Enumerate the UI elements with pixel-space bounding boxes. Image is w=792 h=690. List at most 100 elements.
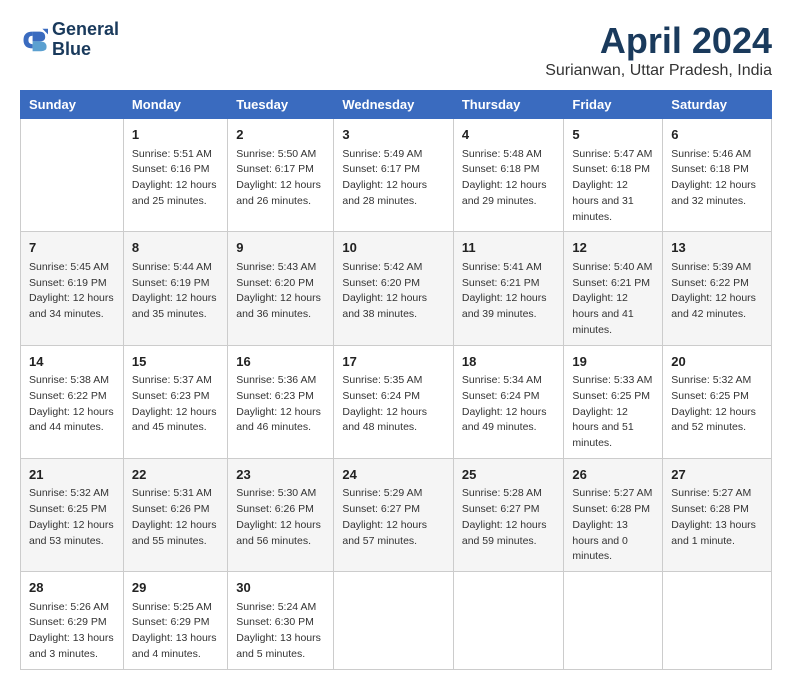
calendar-table: SundayMondayTuesdayWednesdayThursdayFrid… [20,90,772,670]
day-number: 12 [572,238,654,258]
day-number: 22 [132,465,219,485]
day-number: 1 [132,125,219,145]
day-number: 6 [671,125,763,145]
day-info: Sunrise: 5:29 AMSunset: 6:27 PMDaylight:… [342,486,445,549]
day-number: 17 [342,352,445,372]
calendar-cell: 24Sunrise: 5:29 AMSunset: 6:27 PMDayligh… [334,458,454,571]
calendar-cell: 15Sunrise: 5:37 AMSunset: 6:23 PMDayligh… [123,345,227,458]
day-info: Sunrise: 5:49 AMSunset: 6:17 PMDaylight:… [342,147,445,210]
day-info: Sunrise: 5:46 AMSunset: 6:18 PMDaylight:… [671,147,763,210]
header-day-sunday: Sunday [21,91,124,119]
day-info: Sunrise: 5:48 AMSunset: 6:18 PMDaylight:… [462,147,556,210]
day-info: Sunrise: 5:27 AMSunset: 6:28 PMDaylight:… [572,486,654,565]
calendar-cell: 23Sunrise: 5:30 AMSunset: 6:26 PMDayligh… [228,458,334,571]
day-info: Sunrise: 5:39 AMSunset: 6:22 PMDaylight:… [671,260,763,323]
header-day-thursday: Thursday [453,91,564,119]
calendar-cell: 2Sunrise: 5:50 AMSunset: 6:17 PMDaylight… [228,119,334,232]
calendar-cell: 21Sunrise: 5:32 AMSunset: 6:25 PMDayligh… [21,458,124,571]
calendar-cell: 8Sunrise: 5:44 AMSunset: 6:19 PMDaylight… [123,232,227,345]
day-info: Sunrise: 5:36 AMSunset: 6:23 PMDaylight:… [236,373,325,436]
calendar-cell: 13Sunrise: 5:39 AMSunset: 6:22 PMDayligh… [663,232,772,345]
day-info: Sunrise: 5:45 AMSunset: 6:19 PMDaylight:… [29,260,115,323]
calendar-cell: 17Sunrise: 5:35 AMSunset: 6:24 PMDayligh… [334,345,454,458]
calendar-cell: 3Sunrise: 5:49 AMSunset: 6:17 PMDaylight… [334,119,454,232]
calendar-cell [453,572,564,670]
day-number: 24 [342,465,445,485]
day-number: 28 [29,578,115,598]
day-number: 13 [671,238,763,258]
week-row-3: 14Sunrise: 5:38 AMSunset: 6:22 PMDayligh… [21,345,772,458]
day-number: 26 [572,465,654,485]
day-number: 14 [29,352,115,372]
calendar-cell: 6Sunrise: 5:46 AMSunset: 6:18 PMDaylight… [663,119,772,232]
logo-icon [20,26,48,54]
week-row-1: 1Sunrise: 5:51 AMSunset: 6:16 PMDaylight… [21,119,772,232]
calendar-cell: 30Sunrise: 5:24 AMSunset: 6:30 PMDayligh… [228,572,334,670]
calendar-cell: 12Sunrise: 5:40 AMSunset: 6:21 PMDayligh… [564,232,663,345]
header-day-tuesday: Tuesday [228,91,334,119]
day-number: 10 [342,238,445,258]
calendar-cell: 10Sunrise: 5:42 AMSunset: 6:20 PMDayligh… [334,232,454,345]
subtitle: Surianwan, Uttar Pradesh, India [545,62,772,80]
day-number: 20 [671,352,763,372]
day-info: Sunrise: 5:50 AMSunset: 6:17 PMDaylight:… [236,147,325,210]
day-number: 8 [132,238,219,258]
day-info: Sunrise: 5:32 AMSunset: 6:25 PMDaylight:… [29,486,115,549]
day-info: Sunrise: 5:24 AMSunset: 6:30 PMDaylight:… [236,600,325,663]
main-title: April 2024 [545,20,772,62]
day-info: Sunrise: 5:47 AMSunset: 6:18 PMDaylight:… [572,147,654,226]
week-row-2: 7Sunrise: 5:45 AMSunset: 6:19 PMDaylight… [21,232,772,345]
header-row: SundayMondayTuesdayWednesdayThursdayFrid… [21,91,772,119]
day-number: 3 [342,125,445,145]
day-info: Sunrise: 5:43 AMSunset: 6:20 PMDaylight:… [236,260,325,323]
day-number: 11 [462,238,556,258]
title-section: April 2024 Surianwan, Uttar Pradesh, Ind… [545,20,772,80]
day-info: Sunrise: 5:26 AMSunset: 6:29 PMDaylight:… [29,600,115,663]
week-row-4: 21Sunrise: 5:32 AMSunset: 6:25 PMDayligh… [21,458,772,571]
day-number: 30 [236,578,325,598]
calendar-cell: 7Sunrise: 5:45 AMSunset: 6:19 PMDaylight… [21,232,124,345]
calendar-cell: 27Sunrise: 5:27 AMSunset: 6:28 PMDayligh… [663,458,772,571]
day-info: Sunrise: 5:38 AMSunset: 6:22 PMDaylight:… [29,373,115,436]
day-info: Sunrise: 5:44 AMSunset: 6:19 PMDaylight:… [132,260,219,323]
day-info: Sunrise: 5:33 AMSunset: 6:25 PMDaylight:… [572,373,654,452]
calendar-cell: 28Sunrise: 5:26 AMSunset: 6:29 PMDayligh… [21,572,124,670]
calendar-cell: 29Sunrise: 5:25 AMSunset: 6:29 PMDayligh… [123,572,227,670]
week-row-5: 28Sunrise: 5:26 AMSunset: 6:29 PMDayligh… [21,572,772,670]
day-info: Sunrise: 5:34 AMSunset: 6:24 PMDaylight:… [462,373,556,436]
calendar-cell: 1Sunrise: 5:51 AMSunset: 6:16 PMDaylight… [123,119,227,232]
day-number: 27 [671,465,763,485]
calendar-cell [21,119,124,232]
day-number: 29 [132,578,219,598]
day-info: Sunrise: 5:51 AMSunset: 6:16 PMDaylight:… [132,147,219,210]
day-info: Sunrise: 5:41 AMSunset: 6:21 PMDaylight:… [462,260,556,323]
day-number: 23 [236,465,325,485]
day-number: 21 [29,465,115,485]
calendar-cell: 19Sunrise: 5:33 AMSunset: 6:25 PMDayligh… [564,345,663,458]
day-number: 7 [29,238,115,258]
day-info: Sunrise: 5:31 AMSunset: 6:26 PMDaylight:… [132,486,219,549]
day-info: Sunrise: 5:30 AMSunset: 6:26 PMDaylight:… [236,486,325,549]
calendar-cell: 11Sunrise: 5:41 AMSunset: 6:21 PMDayligh… [453,232,564,345]
calendar-cell: 5Sunrise: 5:47 AMSunset: 6:18 PMDaylight… [564,119,663,232]
calendar-cell: 9Sunrise: 5:43 AMSunset: 6:20 PMDaylight… [228,232,334,345]
header-day-monday: Monday [123,91,227,119]
header-day-saturday: Saturday [663,91,772,119]
calendar-cell: 18Sunrise: 5:34 AMSunset: 6:24 PMDayligh… [453,345,564,458]
day-info: Sunrise: 5:37 AMSunset: 6:23 PMDaylight:… [132,373,219,436]
day-info: Sunrise: 5:32 AMSunset: 6:25 PMDaylight:… [671,373,763,436]
day-number: 4 [462,125,556,145]
calendar-cell [334,572,454,670]
day-info: Sunrise: 5:35 AMSunset: 6:24 PMDaylight:… [342,373,445,436]
header-day-friday: Friday [564,91,663,119]
day-info: Sunrise: 5:25 AMSunset: 6:29 PMDaylight:… [132,600,219,663]
calendar-cell: 22Sunrise: 5:31 AMSunset: 6:26 PMDayligh… [123,458,227,571]
day-number: 2 [236,125,325,145]
logo-text: General Blue [52,20,119,60]
calendar-cell: 20Sunrise: 5:32 AMSunset: 6:25 PMDayligh… [663,345,772,458]
calendar-cell [663,572,772,670]
calendar-cell: 16Sunrise: 5:36 AMSunset: 6:23 PMDayligh… [228,345,334,458]
day-number: 15 [132,352,219,372]
calendar-cell: 4Sunrise: 5:48 AMSunset: 6:18 PMDaylight… [453,119,564,232]
calendar-cell: 25Sunrise: 5:28 AMSunset: 6:27 PMDayligh… [453,458,564,571]
